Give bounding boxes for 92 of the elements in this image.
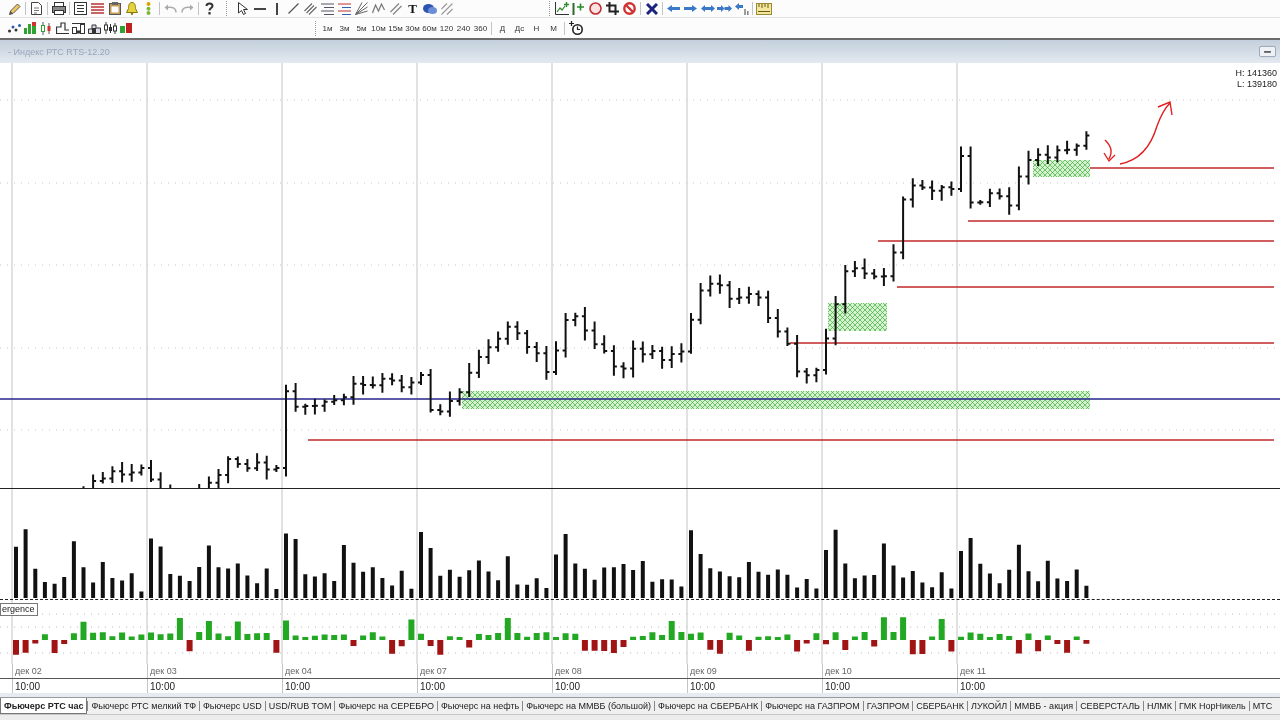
candlestick-icon[interactable] <box>40 21 52 35</box>
scatter-dots-icon[interactable] <box>7 23 21 33</box>
chart-plus-icon[interactable] <box>554 2 569 15</box>
date-label: дек 02 <box>15 666 42 676</box>
timeframe-button[interactable]: 360 <box>472 23 489 33</box>
timeframe-button[interactable]: 120 <box>438 23 455 33</box>
step-chart-icon[interactable] <box>55 22 69 34</box>
sheet-tab[interactable]: МТС <box>1249 698 1276 714</box>
timeframe-button[interactable]: 30м <box>404 23 421 33</box>
sheet-tab[interactable]: ГМК НорНикель <box>1176 698 1249 714</box>
crop-icon[interactable] <box>606 2 619 15</box>
bar-plus-icon[interactable] <box>572 2 585 15</box>
ruler-icon[interactable] <box>755 2 772 15</box>
channel-lines-icon[interactable] <box>389 2 402 15</box>
fan-lines-icon[interactable] <box>355 2 368 15</box>
diagonal-line-icon[interactable] <box>288 3 299 14</box>
timeframe-button[interactable]: 1м <box>319 23 336 33</box>
timeframe-button[interactable]: 5м <box>353 23 370 33</box>
date-label: дек 04 <box>285 666 312 676</box>
timeframe-button[interactable]: 10м <box>370 23 387 33</box>
clock-icon[interactable] <box>568 21 583 35</box>
sheet-tab[interactable]: Фьючерс РТС мелкий ТФ <box>88 698 199 714</box>
minimize-icon[interactable] <box>1259 45 1276 58</box>
sheet-tab[interactable]: НЛМК <box>1143 698 1176 714</box>
period-button[interactable]: Дс <box>511 23 528 33</box>
timeframe-button[interactable]: 15м <box>387 23 404 33</box>
arrow-bars-icon[interactable] <box>734 2 749 15</box>
stacked-lines-icon[interactable] <box>91 3 104 14</box>
sheet-tab[interactable]: ГАЗПРОМ <box>863 698 913 714</box>
bell-icon[interactable] <box>125 2 138 15</box>
levels-icon[interactable] <box>338 2 351 15</box>
vertical-line-icon[interactable] <box>275 2 278 15</box>
double-arrows-icon[interactable] <box>717 5 732 12</box>
document-icon[interactable] <box>31 2 42 15</box>
time-label: 10:00 <box>150 680 176 692</box>
sheet-tab[interactable]: Фьючерс на СЕРЕБРО <box>335 698 437 714</box>
sheet-tab[interactable]: Фьючерс РТС час <box>0 698 88 714</box>
indicator-label: ergence <box>0 603 38 616</box>
clipboard-icon[interactable] <box>108 2 121 15</box>
time-label: 10:00 <box>825 680 851 692</box>
zigzag-icon[interactable] <box>372 3 385 14</box>
hatch-icon[interactable] <box>440 2 453 15</box>
period-button[interactable]: Н <box>528 23 545 33</box>
printer-icon[interactable] <box>51 2 66 15</box>
sheet-tab[interactable]: USD/RUB TOM <box>265 698 335 714</box>
sheet-tab[interactable]: ММВБ - акция <box>1011 698 1077 714</box>
time-label: 10:00 <box>960 680 986 692</box>
date-label: дек 11 <box>960 666 987 676</box>
double-headed-arrow-icon[interactable] <box>700 5 715 12</box>
list-icon[interactable] <box>74 2 87 15</box>
sheet-tab[interactable]: Фьючерс на СБЕРБАНК <box>655 698 762 714</box>
sheet-tab[interactable]: Фьючерс на нефть <box>437 698 523 714</box>
sheet-tab[interactable]: СБЕРБАНК <box>913 698 968 714</box>
sheet-tab[interactable]: Фьючерс на ММВБ (большой) <box>523 698 655 714</box>
sheet-tab[interactable]: СЕВЕРСТАЛЬ <box>1077 698 1143 714</box>
sheet-tab[interactable]: Фьючерс USD <box>200 698 265 714</box>
date-label: дек 09 <box>690 666 717 676</box>
area-steps-icon[interactable] <box>87 22 101 34</box>
period-button[interactable]: М <box>545 23 562 33</box>
ring-icon[interactable] <box>589 2 602 15</box>
left-arrow-icon[interactable] <box>667 5 680 12</box>
date-label: дек 10 <box>825 666 852 676</box>
date-label: дек 07 <box>420 666 447 676</box>
help-icon[interactable] <box>205 2 214 15</box>
right-arrow-icon[interactable] <box>684 5 697 12</box>
volume-bars-icon[interactable] <box>120 23 132 33</box>
stepped-bars-icon[interactable] <box>71 22 85 34</box>
text-tool-button[interactable]: T <box>404 1 421 16</box>
parallel-lines-icon[interactable] <box>304 2 317 15</box>
candles-icon[interactable] <box>103 22 117 34</box>
time-label: 10:00 <box>420 680 446 692</box>
timeframe-button[interactable]: 60м <box>421 23 438 33</box>
bar-chart-icon[interactable] <box>24 22 36 34</box>
sheet-tab[interactable]: ЛУКОЙЛ <box>968 698 1011 714</box>
date-label: дек 03 <box>150 666 177 676</box>
horizontal-levels-icon[interactable] <box>321 2 334 15</box>
timeframe-button[interactable]: 240 <box>455 23 472 33</box>
timeframe-button[interactable]: 3м <box>336 23 353 33</box>
horizontal-line-icon[interactable] <box>253 7 266 10</box>
period-button[interactable]: Д <box>494 23 511 33</box>
time-label: 10:00 <box>285 680 311 692</box>
vertical-dots-icon[interactable] <box>146 2 151 15</box>
pencil-icon[interactable] <box>8 2 21 15</box>
sheet-tab[interactable]: Фьючерс на ГАЗПРОМ <box>762 698 863 714</box>
cursor-arrow-icon[interactable] <box>237 2 248 15</box>
ellipse-icon[interactable] <box>422 3 437 14</box>
time-label: 10:00 <box>690 680 716 692</box>
time-label: 10:00 <box>555 680 581 692</box>
cross-icon[interactable] <box>645 2 658 15</box>
time-label: 10:00 <box>15 680 41 692</box>
prohibited-icon[interactable] <box>623 2 636 15</box>
date-label: дек 08 <box>555 666 582 676</box>
